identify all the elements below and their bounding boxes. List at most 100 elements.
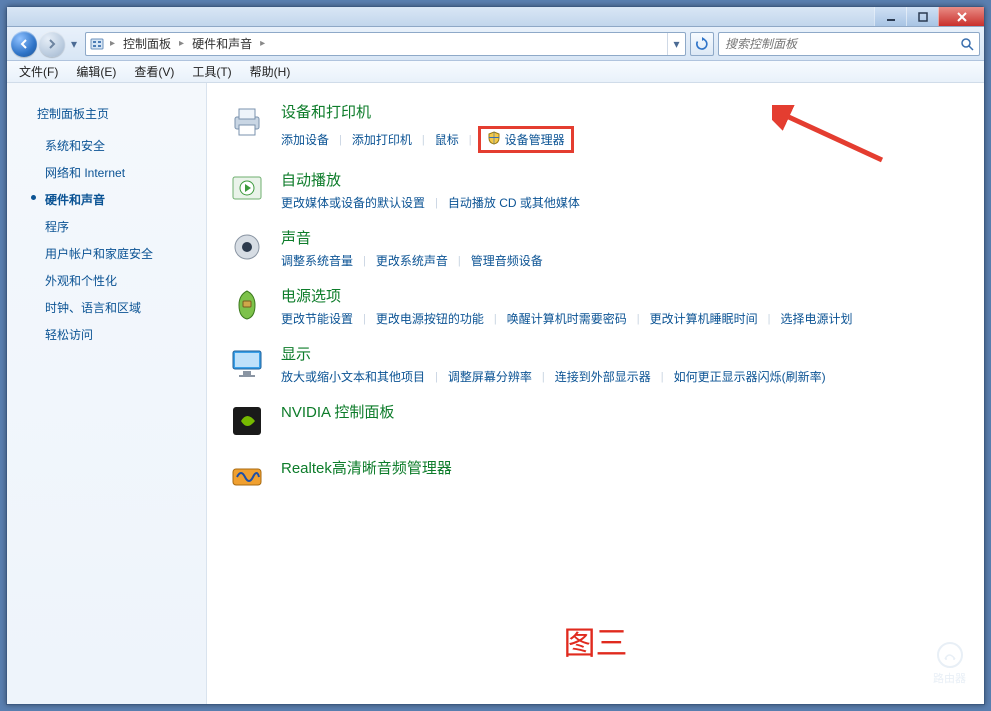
window-minimize-button[interactable] — [874, 7, 906, 26]
nav-arrows: ▾ — [11, 31, 81, 57]
sidebar-item[interactable]: 时钟、语言和区域 — [7, 294, 206, 321]
watermark: 路由器 — [933, 642, 966, 686]
category-links: 更改节能设置|更改电源按钮的功能|唤醒计算机时需要密码|更改计算机睡眠时间|选择… — [281, 310, 964, 327]
category-link[interactable]: 更改电源按钮的功能 — [376, 310, 484, 327]
watermark-text: 路由器 — [933, 670, 966, 686]
category-title[interactable]: 显示 — [281, 343, 964, 364]
menu-tools[interactable]: 工具(T) — [184, 61, 239, 82]
category-row: 显示放大或缩小文本和其他项目|调整屏幕分辨率|连接到外部显示器|如何更正显示器闪… — [227, 343, 964, 385]
link-separator: | — [627, 313, 650, 325]
category-link[interactable]: 放大或缩小文本和其他项目 — [281, 368, 425, 385]
window-body: 控制面板主页 系统和安全网络和 Internet硬件和声音程序用户帐户和家庭安全… — [7, 83, 984, 704]
sidebar: 控制面板主页 系统和安全网络和 Internet硬件和声音程序用户帐户和家庭安全… — [7, 83, 207, 704]
category-row: 声音调整系统音量|更改系统声音|管理音频设备 — [227, 227, 964, 269]
category-link[interactable]: 更改系统声音 — [376, 252, 448, 269]
nvidia-icon — [227, 401, 267, 441]
category-title[interactable]: 声音 — [281, 227, 964, 248]
sidebar-home-link[interactable]: 控制面板主页 — [7, 101, 206, 132]
power-icon — [227, 285, 267, 325]
link-separator: | — [448, 255, 471, 267]
window-maximize-button[interactable] — [906, 7, 938, 26]
link-separator: | — [329, 134, 352, 146]
sidebar-item[interactable]: 程序 — [7, 213, 206, 240]
category-link[interactable]: 连接到外部显示器 — [555, 368, 651, 385]
breadcrumb-level2[interactable]: 硬件和声音 — [186, 33, 258, 55]
category-links: 调整系统音量|更改系统声音|管理音频设备 — [281, 252, 964, 269]
display-icon — [227, 343, 267, 383]
category-link[interactable]: 更改节能设置 — [281, 310, 353, 327]
shield-icon — [487, 131, 501, 148]
breadcrumb-level1[interactable]: 控制面板 — [117, 33, 177, 55]
category-link[interactable]: 更改媒体或设备的默认设置 — [281, 194, 425, 211]
category-title[interactable]: 自动播放 — [281, 169, 964, 190]
address-bar[interactable]: ▸ 控制面板 ▸ 硬件和声音 ▸ ▾ — [85, 32, 686, 56]
menu-view[interactable]: 查看(V) — [126, 61, 182, 82]
refresh-button[interactable] — [690, 32, 714, 56]
search-box[interactable] — [718, 32, 980, 56]
category-link[interactable]: 鼠标 — [435, 131, 459, 148]
content-pane: 设备和打印机添加设备|添加打印机|鼠标|设备管理器自动播放更改媒体或设备的默认设… — [207, 83, 984, 704]
navigation-bar: ▾ ▸ 控制面板 ▸ 硬件和声音 ▸ ▾ — [7, 27, 984, 61]
figure-caption: 图三 — [207, 618, 984, 664]
category-row: NVIDIA 控制面板 — [227, 401, 964, 441]
breadcrumb-sep: ▸ — [108, 38, 117, 49]
category-row: 设备和打印机添加设备|添加打印机|鼠标|设备管理器 — [227, 101, 964, 153]
menu-help[interactable]: 帮助(H) — [242, 61, 299, 82]
link-separator: | — [532, 371, 555, 383]
explorer-window: ▾ ▸ 控制面板 ▸ 硬件和声音 ▸ ▾ — [6, 6, 985, 705]
sidebar-item[interactable]: 硬件和声音 — [7, 186, 206, 213]
sidebar-item[interactable]: 系统和安全 — [7, 132, 206, 159]
sidebar-item[interactable]: 网络和 Internet — [7, 159, 206, 186]
category-links: 更改媒体或设备的默认设置|自动播放 CD 或其他媒体 — [281, 194, 964, 211]
category-links: 添加设备|添加打印机|鼠标|设备管理器 — [281, 126, 964, 153]
category-link[interactable]: 如何更正显示器闪烁(刷新率) — [674, 368, 826, 385]
forward-button[interactable] — [39, 31, 65, 57]
category-link[interactable]: 选择电源计划 — [781, 310, 853, 327]
link-separator: | — [412, 134, 435, 146]
link-separator: | — [425, 197, 448, 209]
search-input[interactable] — [719, 37, 955, 51]
window-close-button[interactable] — [938, 7, 984, 26]
category-link[interactable]: 调整系统音量 — [281, 252, 353, 269]
link-separator: | — [484, 313, 507, 325]
nav-history-dropdown[interactable]: ▾ — [67, 31, 81, 57]
category-link[interactable]: 更改计算机睡眠时间 — [650, 310, 758, 327]
sidebar-item[interactable]: 外观和个性化 — [7, 267, 206, 294]
menu-edit[interactable]: 编辑(E) — [68, 61, 124, 82]
category-title[interactable]: NVIDIA 控制面板 — [281, 401, 964, 422]
category-row: Realtek高清晰音频管理器 — [227, 457, 964, 497]
category-title[interactable]: 设备和打印机 — [281, 101, 964, 122]
category-title[interactable]: 电源选项 — [281, 285, 964, 306]
link-separator: | — [651, 371, 674, 383]
category-link[interactable]: 管理音频设备 — [471, 252, 543, 269]
category-row: 自动播放更改媒体或设备的默认设置|自动播放 CD 或其他媒体 — [227, 169, 964, 211]
breadcrumb-sep: ▸ — [177, 38, 186, 49]
autoplay-icon — [227, 169, 267, 209]
link-separator: | — [425, 371, 448, 383]
link-separator: | — [353, 313, 376, 325]
category-link[interactable]: 添加设备 — [281, 131, 329, 148]
menu-bar: 文件(F) 编辑(E) 查看(V) 工具(T) 帮助(H) — [7, 61, 984, 83]
menu-file[interactable]: 文件(F) — [11, 61, 66, 82]
category-link[interactable]: 添加打印机 — [352, 131, 412, 148]
printer-icon — [227, 101, 267, 141]
search-icon[interactable] — [955, 37, 979, 51]
sidebar-item[interactable]: 轻松访问 — [7, 321, 206, 348]
category-title[interactable]: Realtek高清晰音频管理器 — [281, 457, 964, 478]
sound-icon — [227, 227, 267, 267]
sidebar-item[interactable]: 用户帐户和家庭安全 — [7, 240, 206, 267]
category-link[interactable]: 唤醒计算机时需要密码 — [507, 310, 627, 327]
category-link[interactable]: 设备管理器 — [505, 131, 565, 148]
category-row: 电源选项更改节能设置|更改电源按钮的功能|唤醒计算机时需要密码|更改计算机睡眠时… — [227, 285, 964, 327]
window-titlebar — [7, 7, 984, 27]
category-links: 放大或缩小文本和其他项目|调整屏幕分辨率|连接到外部显示器|如何更正显示器闪烁(… — [281, 368, 964, 385]
category-link[interactable]: 自动播放 CD 或其他媒体 — [448, 194, 580, 211]
address-dropdown[interactable]: ▾ — [667, 33, 685, 55]
highlighted-link: 设备管理器 — [478, 126, 574, 153]
link-separator: | — [353, 255, 376, 267]
back-button[interactable] — [11, 31, 37, 57]
location-icon — [86, 36, 108, 52]
realtek-icon — [227, 457, 267, 497]
breadcrumb-sep: ▸ — [258, 38, 267, 49]
category-link[interactable]: 调整屏幕分辨率 — [448, 368, 532, 385]
